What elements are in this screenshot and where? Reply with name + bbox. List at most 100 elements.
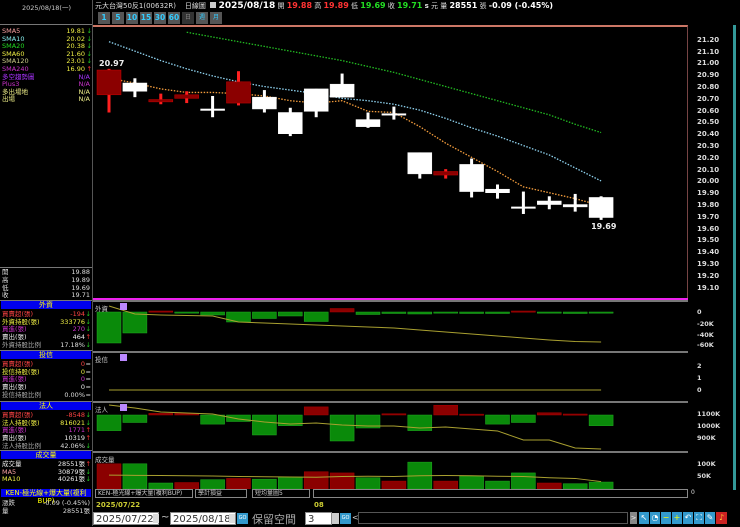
scroll-right-button[interactable]: >	[630, 512, 637, 524]
bar	[278, 311, 303, 317]
zoom-in-icon[interactable]: +	[672, 512, 682, 524]
undo-icon[interactable]: ↶	[683, 512, 693, 524]
fit-icon[interactable]: ⛶	[694, 512, 704, 524]
trend-arrow-icon: ↓	[85, 475, 91, 484]
price-tick: 20.60	[697, 106, 720, 115]
calendar-icon[interactable]	[210, 2, 217, 8]
s-marker: s	[424, 2, 429, 10]
ohlc-value: 19.69	[71, 283, 90, 292]
end-date-input[interactable]: 2025/08/18	[170, 512, 236, 525]
alert-icon[interactable]: ♪	[716, 512, 727, 524]
subpanel-tick: -40K	[697, 331, 714, 339]
bar	[355, 311, 381, 315]
period-button-15[interactable]: 15	[140, 12, 152, 24]
bar	[252, 311, 277, 319]
candle-body	[407, 152, 433, 175]
start-date-input[interactable]: 2025/07/22	[93, 512, 159, 525]
price-tick: 19.70	[697, 212, 720, 221]
price-tick: 19.20	[697, 271, 720, 280]
volume-label: 量	[2, 507, 9, 515]
close-label: 收	[387, 2, 395, 10]
row-value: 40261張	[57, 475, 85, 484]
ohlc-value: 19.71	[71, 291, 90, 300]
foreign-panel[interactable]: 外資	[93, 300, 688, 351]
price-tick: 19.10	[697, 283, 720, 292]
subpanel-tick: 100K	[697, 460, 716, 468]
volume-value: 28551張	[62, 507, 90, 515]
indicator-label: 出場	[2, 95, 15, 104]
empty-indicator-bar	[313, 489, 688, 498]
price-chart[interactable]: 20.97 19.69	[93, 25, 688, 300]
row-label: 投信持股比例	[2, 390, 41, 399]
pnl-select[interactable]: 學計損益	[195, 489, 247, 498]
time-scrollbar[interactable]	[358, 512, 628, 524]
period-button-5[interactable]: 5	[112, 12, 124, 24]
section-row: 法人持股比例 42.06% ↓	[2, 442, 91, 450]
bar	[329, 414, 355, 442]
bar	[200, 311, 225, 316]
strategy-select[interactable]: KEN-極光線+爆大量(複利BUP)	[95, 489, 193, 498]
bar	[459, 475, 484, 489]
reserve-go-button[interactable]: GO	[340, 513, 351, 524]
price-tick: 20.40	[697, 130, 720, 139]
bar	[252, 478, 277, 489]
bar	[355, 477, 381, 489]
section-row: MA10 40261張 ↓	[2, 475, 91, 484]
row-label: MA10	[2, 475, 21, 484]
section-header-3: 成交量	[1, 451, 91, 459]
quote-date: 2025/08/18	[218, 1, 276, 11]
ohlc-row: 開 19.88	[2, 268, 90, 276]
pointer-icon[interactable]: ↖	[639, 512, 649, 524]
scrollbar[interactable]	[733, 25, 736, 490]
subpanel-tick: 2	[697, 362, 702, 370]
change-label: 漲跌	[2, 499, 15, 507]
bar	[537, 412, 562, 416]
high-price-label: 20.97	[99, 59, 124, 68]
inst-panel[interactable]: 法人	[93, 401, 688, 451]
period-button-10[interactable]: 10	[126, 12, 138, 24]
high-value: 19.89	[323, 1, 349, 10]
price-tick: 20.50	[697, 118, 720, 127]
panel-settings-icon[interactable]	[120, 303, 127, 310]
panel-label-trust: 投信	[95, 356, 108, 364]
ohlc-row: 低 19.69	[2, 284, 90, 292]
period-button-1[interactable]: 1	[98, 12, 110, 24]
zoom-out-icon[interactable]: −	[661, 512, 671, 524]
reserve-label: 保留空間	[252, 513, 296, 526]
quote-header: 元大台灣50反1(00632R) 日線圖 2025/08/18 開 19.88 …	[95, 1, 553, 11]
end-date-dropdown-icon[interactable]	[229, 514, 235, 523]
trust-panel[interactable]: 投信	[93, 351, 688, 401]
sidebar-date: 2025/08/18(一)	[21, 4, 72, 12]
period-button-30[interactable]: 30	[154, 12, 166, 24]
draw-icon[interactable]: ✎	[705, 512, 715, 524]
bar	[329, 308, 355, 313]
price-tick: 20.80	[697, 82, 720, 91]
volume-panel[interactable]: 成交量	[93, 451, 688, 489]
volume-ma-select[interactable]: 短均量圖5	[252, 489, 310, 498]
reserve-input[interactable]: 3	[305, 512, 332, 525]
bar	[122, 311, 148, 334]
period-button-60[interactable]: 60	[168, 12, 180, 24]
start-date-dropdown-icon[interactable]	[153, 514, 159, 523]
candle-body	[537, 200, 562, 205]
subpanel-tick: 50K	[697, 472, 712, 480]
bar	[303, 471, 329, 489]
bar	[96, 463, 122, 489]
holding-line	[108, 404, 602, 450]
period-button-月[interactable]: 月	[210, 12, 222, 24]
price-tick: 21.00	[697, 59, 720, 68]
low-label: 低	[351, 2, 359, 10]
bar	[562, 413, 588, 416]
clock-icon[interactable]: ◔	[650, 512, 660, 524]
bar	[381, 311, 407, 314]
price-tick: 19.60	[697, 224, 720, 233]
period-button-週[interactable]: 週	[196, 12, 208, 24]
panel-settings-icon[interactable]	[120, 404, 127, 411]
period-button-日[interactable]: 日	[182, 12, 194, 24]
subpanel-tick: 0	[697, 308, 702, 316]
bar	[96, 311, 122, 344]
reserve-stepper[interactable]	[332, 513, 339, 524]
low-price-label: 19.69	[591, 222, 617, 231]
range-go-button[interactable]: GO	[237, 513, 248, 524]
panel-settings-icon[interactable]	[120, 354, 127, 361]
